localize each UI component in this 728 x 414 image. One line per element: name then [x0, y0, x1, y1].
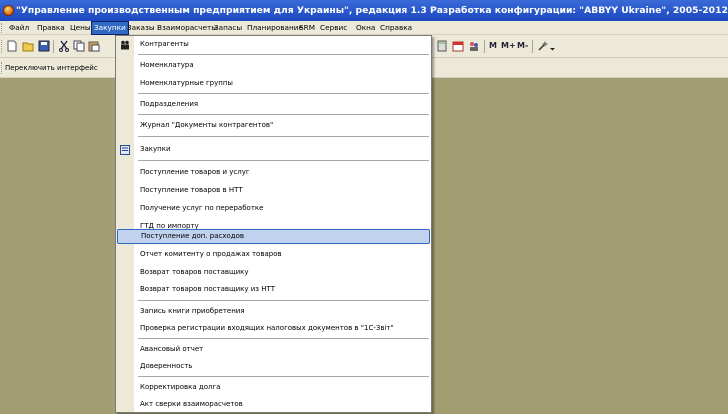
menu-bar: Файл Правка Цены Закупки Заказы Взаимора… [0, 21, 728, 35]
menu-item-departments[interactable]: Подразделения [136, 97, 429, 112]
chevron-down-icon[interactable] [549, 40, 556, 52]
journal-icon [120, 145, 130, 155]
save-icon[interactable] [38, 40, 50, 52]
memory-plus-button[interactable]: M+ [501, 40, 516, 52]
toolbar-separator [532, 40, 533, 53]
new-document-icon[interactable] [6, 40, 18, 52]
users-icon[interactable] [468, 40, 480, 52]
menu-edit[interactable]: Правка [35, 21, 67, 35]
menu-prices[interactable]: Цены [68, 21, 93, 35]
menu-item-additional-expenses-receipt[interactable]: Поступление доп. расходов [117, 229, 430, 244]
menu-item-power-of-attorney[interactable]: Доверенность [136, 359, 429, 374]
menu-item-tax-documents-registration-check[interactable]: Проверка регистрации входящих налоговых … [136, 321, 429, 336]
menu-item-purchase-book-entry[interactable]: Запись книги приобретения [136, 304, 429, 319]
menubar-grip[interactable] [1, 23, 4, 33]
menu-item-consignor-sales-report[interactable]: Отчет комитенту о продажах товаров [136, 247, 429, 262]
menu-service[interactable]: Сервис [318, 21, 349, 35]
menu-separator [138, 160, 429, 161]
menu-separator [138, 114, 429, 115]
switch-interface-button[interactable]: Переключить интерфейс [5, 58, 116, 78]
calendar-icon[interactable] [452, 40, 464, 52]
menu-planning[interactable]: Планирование [245, 21, 305, 35]
copy-icon[interactable] [73, 40, 85, 52]
menu-item-reconciliation-act[interactable]: Акт сверки взаиморасчетов [136, 397, 429, 412]
toolbar-separator [484, 40, 485, 53]
menu-item-nomenclature[interactable]: Номенклатура [136, 58, 429, 73]
menu-help[interactable]: Справка [378, 21, 414, 35]
calculator-icon[interactable] [436, 40, 448, 52]
menu-item-return-to-supplier[interactable]: Возврат товаров поставщику [136, 265, 429, 280]
menu-separator [138, 376, 429, 377]
memory-m-button[interactable]: M [489, 40, 497, 52]
menu-item-goods-receipt-ntt[interactable]: Поступление товаров в НТТ [136, 183, 429, 198]
interface-toolbar-grip[interactable] [1, 62, 4, 74]
wizard-icon[interactable] [537, 40, 549, 52]
purchases-dropdown-menu: Контрагенты Номенклатура Номенклатурные … [115, 35, 432, 413]
menu-item-counterparty-documents-journal[interactable]: Журнал "Документы контрагентов" [136, 118, 429, 133]
menu-file[interactable]: Файл [7, 21, 31, 35]
menu-separator [138, 136, 429, 137]
menu-icon-gutter [116, 36, 134, 412]
toolbar-separator [53, 40, 54, 53]
menu-item-goods-services-receipt[interactable]: Поступление товаров и услуг [136, 165, 429, 180]
menu-separator [138, 338, 429, 339]
interface-toolbar-extension [432, 58, 728, 78]
menu-settlements[interactable]: Взаиморасчеты [155, 21, 219, 35]
memory-minus-button[interactable]: M- [517, 40, 528, 52]
cut-icon[interactable] [58, 40, 70, 52]
open-folder-icon[interactable] [22, 40, 34, 52]
app-icon[interactable] [3, 5, 14, 16]
window-title: "Управление производственным предприятие… [16, 5, 728, 16]
menu-item-advance-report[interactable]: Авансовый отчет [136, 342, 429, 357]
menu-purchases[interactable]: Закупки [91, 21, 129, 35]
menu-windows[interactable]: Окна [354, 21, 377, 35]
toolbar-grip[interactable] [1, 40, 4, 53]
menu-item-purchases-journal[interactable]: Закупки [136, 142, 429, 157]
menu-stock[interactable]: Запасы [212, 21, 244, 35]
title-bar: "Управление производственным предприятие… [0, 0, 728, 21]
menu-separator [138, 93, 429, 94]
counterparties-icon [121, 40, 129, 50]
menu-orders[interactable]: Заказы [125, 21, 157, 35]
paste-icon[interactable] [88, 40, 100, 52]
menu-separator [138, 54, 429, 55]
menu-item-counterparties[interactable]: Контрагенты [136, 37, 429, 52]
menu-item-return-to-supplier-ntt[interactable]: Возврат товаров поставщику из НТТ [136, 282, 429, 297]
menu-item-debt-adjustment[interactable]: Корректировка долга [136, 380, 429, 395]
menu-srm[interactable]: SRM [297, 21, 317, 35]
menu-item-nomenclature-groups[interactable]: Номенклатурные группы [136, 76, 429, 91]
menu-separator [138, 300, 429, 301]
menu-item-processing-services-receipt[interactable]: Получение услуг по переработке [136, 201, 429, 216]
interface-toolbar: Переключить интерфейс [0, 58, 116, 78]
